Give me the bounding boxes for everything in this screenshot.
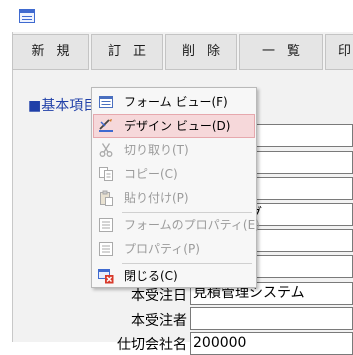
delete-button[interactable]: 削除 [165,34,237,70]
close-form-icon [98,268,114,284]
supplier-field[interactable]: 200000 [190,332,353,355]
form-properties-icon [98,217,114,233]
window-titlebar [0,0,353,32]
form-view-icon [98,94,114,110]
cut-icon [98,142,114,158]
form-window-icon [19,9,35,23]
menu-separator [122,212,252,213]
menu-item-label: デザイン ビュー(D) [124,119,231,133]
menu-item-label: コピー(C) [124,167,178,181]
supplier-label: 仕切会社名 [117,337,187,353]
menu-item-label: 閉じる(C) [124,269,178,283]
menu-item-design-view[interactable]: デザイン ビュー(D) [93,114,255,138]
form-toolbar: 新規 訂正 削除 一覧 印 [12,32,353,72]
context-menu: フォーム ビュー(F) デザイン ビュー(D) 切り取り(T) コピー(C) 貼… [91,87,260,288]
order-name-label: 本受注日 [131,288,187,304]
menu-item-paste[interactable]: 貼り付け(P) [94,187,254,209]
menu-item-label: 切り取り(T) [124,143,189,157]
menu-item-label: フォームのプロパティ(E) [124,218,260,232]
edit-button[interactable]: 訂正 [91,34,163,70]
new-button[interactable]: 新規 [12,34,89,70]
order-person-label: 本受注者 [131,313,187,329]
properties-icon [98,241,114,257]
section-title: ■基本項目 [28,98,98,114]
list-button[interactable]: 一覧 [239,34,323,70]
menu-item-label: プロパティ(P) [124,242,200,256]
menu-separator [122,263,252,264]
menu-item-label: フォーム ビュー(F) [124,95,228,109]
print-button[interactable]: 印 [325,34,353,70]
paste-icon [98,190,114,206]
menu-item-properties[interactable]: プロパティ(P) [94,238,254,260]
menu-item-cut[interactable]: 切り取り(T) [94,139,254,161]
design-view-icon [98,118,114,134]
menu-item-copy[interactable]: コピー(C) [94,163,254,185]
menu-item-close[interactable]: 閉じる(C) [94,265,254,287]
menu-item-label: 貼り付け(P) [124,191,189,205]
menu-item-form-properties[interactable]: フォームのプロパティ(E) [94,214,260,236]
menu-item-form-view[interactable]: フォーム ビュー(F) [94,91,254,113]
order-person-field[interactable] [190,307,353,330]
copy-icon [98,166,114,182]
